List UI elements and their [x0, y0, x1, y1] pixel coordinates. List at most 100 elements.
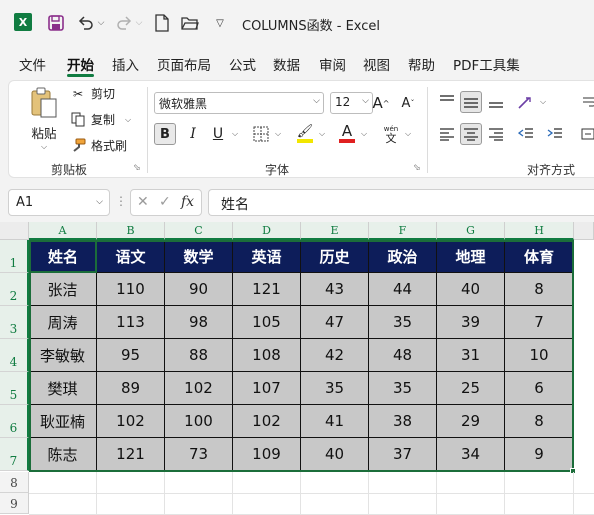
table-cell[interactable]: 35: [369, 372, 437, 405]
table-cell[interactable]: 47: [301, 306, 369, 339]
table-cell[interactable]: 102: [97, 405, 165, 438]
tab-page-layout[interactable]: 页面布局: [157, 54, 211, 74]
tab-data[interactable]: 数据: [273, 54, 300, 74]
table-cell[interactable]: 34: [437, 438, 505, 471]
tab-insert[interactable]: 插入: [112, 54, 139, 74]
table-cell[interactable]: 42: [301, 339, 369, 372]
table-cell[interactable]: 102: [233, 405, 301, 438]
cut-button[interactable]: ✂ 剪切: [69, 85, 115, 102]
tab-review[interactable]: 审阅: [319, 54, 346, 74]
copy-dropdown-icon[interactable]: ⌵: [125, 115, 131, 125]
column-header-a[interactable]: A: [29, 222, 97, 240]
table-cell[interactable]: 88: [165, 339, 233, 372]
row-header-6[interactable]: 6: [0, 405, 29, 438]
header-cell[interactable]: 地理: [437, 240, 505, 273]
table-cell[interactable]: 90: [165, 273, 233, 306]
row-header-2[interactable]: 2: [0, 273, 29, 306]
column-header-d[interactable]: D: [233, 222, 301, 240]
row-header-7[interactable]: 7: [0, 438, 29, 471]
table-cell[interactable]: 98: [165, 306, 233, 339]
underline-dropdown-icon[interactable]: ⌵: [230, 128, 240, 140]
decrease-indent-icon[interactable]: [516, 123, 536, 145]
table-cell[interactable]: 41: [301, 405, 369, 438]
column-header-h[interactable]: H: [505, 222, 574, 240]
row-header-9[interactable]: 9: [0, 493, 29, 514]
paste-button[interactable]: 粘贴 ⌵: [27, 87, 61, 155]
font-size-select[interactable]: 12 ⌵: [330, 92, 373, 114]
undo-icon[interactable]: [76, 13, 96, 33]
table-cell[interactable]: 10: [505, 339, 574, 372]
table-cell[interactable]: 8: [505, 405, 574, 438]
table-cell[interactable]: 39: [437, 306, 505, 339]
table-cell[interactable]: 9: [505, 438, 574, 471]
table-cell[interactable]: 43: [301, 273, 369, 306]
decrease-font-size-icon[interactable]: Aˇ: [398, 92, 418, 114]
table-cell[interactable]: 李敏敏: [29, 339, 97, 372]
row-header-4[interactable]: 4: [0, 339, 29, 372]
header-cell[interactable]: 姓名: [29, 240, 97, 273]
copy-button[interactable]: 复制 ⌵: [69, 111, 131, 128]
table-cell[interactable]: 40: [437, 273, 505, 306]
name-box[interactable]: A1 ⌵: [8, 189, 110, 216]
increase-font-size-icon[interactable]: A ^: [371, 92, 391, 114]
table-cell[interactable]: 37: [369, 438, 437, 471]
table-cell[interactable]: 周涛: [29, 306, 97, 339]
open-folder-icon[interactable]: [180, 13, 200, 33]
tab-help[interactable]: 帮助: [408, 54, 435, 74]
format-painter-button[interactable]: 格式刷: [69, 137, 127, 154]
fill-color-button[interactable]: 🖌: [295, 121, 315, 145]
table-cell[interactable]: 樊琪: [29, 372, 97, 405]
fill-color-dropdown-icon[interactable]: ⌵: [317, 128, 327, 140]
column-header-g[interactable]: G: [437, 222, 505, 240]
font-launcher-icon[interactable]: ⬂: [413, 163, 421, 173]
redo-icon[interactable]: [114, 13, 134, 33]
bold-button[interactable]: B: [154, 123, 176, 145]
align-left-icon[interactable]: [437, 123, 457, 145]
table-cell[interactable]: 107: [233, 372, 301, 405]
orientation-icon[interactable]: [516, 91, 536, 113]
table-cell[interactable]: 108: [233, 339, 301, 372]
align-top-icon[interactable]: [437, 91, 457, 111]
table-cell[interactable]: 25: [437, 372, 505, 405]
table-cell[interactable]: 8: [505, 273, 574, 306]
table-cell[interactable]: 113: [97, 306, 165, 339]
table-cell[interactable]: 121: [233, 273, 301, 306]
table-cell[interactable]: 100: [165, 405, 233, 438]
customize-toolbar-icon[interactable]: ▽: [210, 13, 230, 33]
table-cell[interactable]: 73: [165, 438, 233, 471]
row-header-3[interactable]: 3: [0, 306, 29, 339]
table-cell[interactable]: 95: [97, 339, 165, 372]
insert-function-button[interactable]: fx: [181, 194, 194, 210]
column-header-c[interactable]: C: [165, 222, 233, 240]
table-cell[interactable]: 105: [233, 306, 301, 339]
new-file-icon[interactable]: [152, 13, 172, 33]
header-cell[interactable]: 语文: [97, 240, 165, 273]
table-cell[interactable]: 35: [369, 306, 437, 339]
header-cell[interactable]: 英语: [233, 240, 301, 273]
font-name-select[interactable]: 微软雅黑 ⌵: [154, 92, 324, 114]
align-center-icon[interactable]: [460, 123, 482, 145]
row-header-5[interactable]: 5: [0, 372, 29, 405]
enter-icon[interactable]: ✓: [159, 194, 171, 210]
table-cell[interactable]: 张洁: [29, 273, 97, 306]
tab-file[interactable]: 文件: [19, 54, 46, 74]
merge-center-icon[interactable]: [579, 123, 594, 145]
tab-formulas[interactable]: 公式: [229, 54, 256, 74]
save-icon[interactable]: [46, 13, 66, 33]
underline-button[interactable]: U: [209, 123, 227, 145]
table-cell[interactable]: 6: [505, 372, 574, 405]
orientation-dropdown-icon[interactable]: ⌵: [538, 96, 548, 108]
table-cell[interactable]: 109: [233, 438, 301, 471]
table-cell[interactable]: 89: [97, 372, 165, 405]
redo-dropdown-icon[interactable]: ⌵: [134, 13, 144, 33]
table-cell[interactable]: 44: [369, 273, 437, 306]
column-header-b[interactable]: B: [97, 222, 165, 240]
header-cell[interactable]: 体育: [505, 240, 574, 273]
table-cell[interactable]: 110: [97, 273, 165, 306]
column-header-e[interactable]: E: [301, 222, 369, 240]
align-middle-icon[interactable]: [460, 91, 482, 113]
borders-dropdown-icon[interactable]: ⌵: [273, 128, 283, 140]
header-cell[interactable]: 历史: [301, 240, 369, 273]
table-cell[interactable]: 29: [437, 405, 505, 438]
table-cell[interactable]: 102: [165, 372, 233, 405]
